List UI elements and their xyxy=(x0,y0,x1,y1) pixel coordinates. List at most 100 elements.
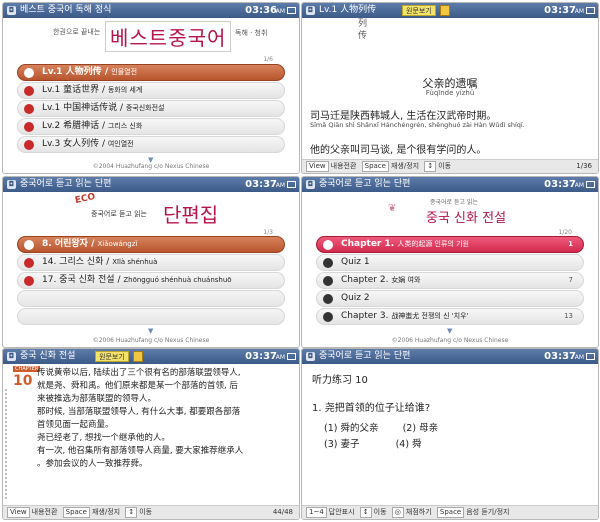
list-item[interactable]: Chapter 2. 女娲 여와 7 xyxy=(316,272,584,289)
bullet-icon xyxy=(24,258,34,268)
section-title: 听力练习 10 xyxy=(312,375,368,386)
list-item[interactable]: Chapter 3. 战神蚩尤 전쟁의 신 '치우' 13 xyxy=(316,308,584,325)
move-key[interactable]: ↕ xyxy=(359,507,372,518)
view-key[interactable]: View xyxy=(7,507,30,518)
text-line: 来被推选为部落联盟的领导人。 xyxy=(37,394,157,404)
clock-ampm: AM xyxy=(275,8,285,15)
page-indicator: 1/20 xyxy=(558,229,572,236)
battery-icon xyxy=(287,353,296,360)
clock-ampm: AM xyxy=(574,8,584,15)
eco-logo: ECO xyxy=(74,191,97,207)
grade-key[interactable]: ◎ xyxy=(391,507,404,518)
bookmark-icon[interactable] xyxy=(133,351,143,362)
text-line: 那时候, 当部落联盟领导人, 有什么大事, 都要跟各部落 xyxy=(37,407,241,417)
answer-key[interactable]: 1~4 xyxy=(306,507,327,518)
list-item[interactable]: Quiz 2 xyxy=(316,290,584,307)
story-heading-pinyin: Fùqīnde yízhǔ xyxy=(425,89,475,97)
option[interactable]: (4) 舜 xyxy=(396,439,422,450)
copyright: ©2004 Huazhufang c/o Nexus Chinese xyxy=(92,163,210,170)
status-bar: ◘ 중국어로 듣고 읽는 단편 03:37 AM xyxy=(302,349,598,364)
page-indicator: 44/48 xyxy=(272,508,293,516)
move-key[interactable]: ↕ xyxy=(424,161,437,172)
status-bar: ◘ Lv.1 人物列传 원문보기 03:37 AM xyxy=(302,3,598,18)
space-key[interactable]: Space xyxy=(436,507,465,518)
app-icon: ◘ xyxy=(7,352,16,361)
question-text: 1. 尧把首领的位子让给谁? xyxy=(312,403,431,414)
option[interactable]: (3) 妻子 xyxy=(324,439,360,450)
scroll-down-icon[interactable]: ▼ xyxy=(447,327,452,335)
list-item-empty xyxy=(17,308,285,325)
space-key[interactable]: Space xyxy=(361,161,389,172)
battery-icon xyxy=(287,7,296,14)
text-line: 有一次, 他召集所有部落领导人商量, 要大家推荐继承人 xyxy=(37,446,244,456)
screen-listening-quiz: ◘ 중국어로 듣고 읽는 단편 03:37 AM 听力练习 10 1. 尧把首领… xyxy=(301,348,599,520)
tagline-left: 중국어로 듣고 읽는 xyxy=(91,210,147,218)
screen-title: 중국어로 듣고 읽는 단편 xyxy=(319,351,411,361)
page-indicator: 1/3 xyxy=(263,229,273,236)
screen-chapter-text: ◘ 중국 신화 전설 원문보기 03:37 AM CHAPTER 10 传说黄帝… xyxy=(2,348,300,520)
clock-ampm: AM xyxy=(275,182,285,189)
spiral-binding xyxy=(5,389,11,499)
copyright: ©2006 Huazhufang c/o Nexus Chinese xyxy=(391,337,509,344)
bookmark-icon[interactable] xyxy=(440,5,450,16)
bullet-icon xyxy=(24,68,34,78)
key-help-bar: View 내용전환 Space 재생/정지 ↕ 이동 44/48 xyxy=(3,505,299,519)
clock: 03:37 xyxy=(245,351,277,362)
clock: 03:36 xyxy=(245,5,277,16)
move-key[interactable]: ↕ xyxy=(125,507,138,518)
option[interactable]: (1) 舜的父亲 xyxy=(324,423,379,434)
list-item[interactable]: Chapter 1. 人类的起源 인류의 기원 1 xyxy=(316,236,584,253)
status-bar: ◘ 중국어로 듣고 읽는 단편 03:37 AM xyxy=(302,177,598,192)
app-icon: ◘ xyxy=(306,180,315,189)
answer-options: (1) 舜的父亲 (2) 母亲 (3) 妻子 (4) 舜 xyxy=(324,421,438,453)
list-item[interactable]: 14. 그리스 신화 / Xīlà shénhuà xyxy=(17,254,285,271)
clock-ampm: AM xyxy=(574,354,584,361)
option[interactable]: (2) 母亲 xyxy=(403,423,439,434)
app-icon: ◘ xyxy=(7,6,16,15)
bullet-icon xyxy=(323,276,333,286)
list-item[interactable]: Lv.2 希腊神话 / 그리스 신화 xyxy=(17,118,285,135)
copyright: ©2006 Huazhufang c/o Nexus Chinese xyxy=(92,337,210,344)
text-line: 司马迁是陕西韩城人, 生活在汉武帝时期。 xyxy=(310,111,497,122)
list-item[interactable]: Quiz 1 xyxy=(316,254,584,271)
bullet-icon xyxy=(323,294,333,304)
tagline-small: 중국어로 듣고 읽는 xyxy=(430,199,478,206)
list-item[interactable]: Lv.1 中国神话传说 / 중국신화전설 xyxy=(17,100,285,117)
text-line: 首领见面一起商量。 xyxy=(37,420,114,430)
view-key[interactable]: View xyxy=(306,161,329,172)
text-line: 尧已经老了, 想找一个继承他的人。 xyxy=(37,433,170,443)
list-item[interactable]: Lv.1 人物列传 / 인물열전 xyxy=(17,64,285,81)
clock: 03:37 xyxy=(544,179,576,190)
scroll-down-icon[interactable]: ▼ xyxy=(148,327,153,335)
bullet-icon xyxy=(24,140,34,150)
list-item[interactable]: 8. 어린왕자 / Xiǎowángzǐ xyxy=(17,236,285,253)
text-line: 传说黄帝以后, 陆续出了三个很有名的部落联盟领导人, xyxy=(37,368,241,378)
status-bar: ◘ 베스트 중국어 독해 정식 03:36 AM xyxy=(3,3,299,18)
view-original-button[interactable]: 원문보기 xyxy=(95,351,129,362)
vertical-title: 列 传 xyxy=(358,19,368,41)
swirl-ornament-icon: ❦ xyxy=(388,203,397,214)
status-bar: ◘ 중국 신화 전설 원문보기 03:37 AM xyxy=(3,349,299,364)
tagline-left: 한권으로 끝내는 xyxy=(53,28,101,36)
bullet-icon xyxy=(323,240,333,250)
list-item[interactable]: Lv.1 童话世界 / 동화의 세계 xyxy=(17,82,285,99)
space-key[interactable]: Space xyxy=(62,507,90,518)
bullet-icon xyxy=(24,276,34,286)
bullet-icon xyxy=(24,86,34,96)
list-item[interactable]: Lv.3 女人列传 / 여인열전 xyxy=(17,136,285,153)
key-help-bar: View 내용전환 Space 재생/정지 ↕ 이동 1/36 xyxy=(302,159,598,173)
screen-best-chinese-menu: ◘ 베스트 중국어 독해 정식 03:36 AM 한권으로 끝내는 베스트중국어… xyxy=(2,2,300,174)
page-indicator: 1/36 xyxy=(576,162,592,170)
screen-title: 중국어로 듣고 읽는 단편 xyxy=(319,179,411,189)
screen-short-stories-menu: ◘ 중국어로 듣고 읽는 단편 03:37 AM ECO 중국어로 듣고 읽는 … xyxy=(2,176,300,348)
list-item[interactable]: 17. 중국 신화 전설 / Zhōngguó shénhuà chuánshu… xyxy=(17,272,285,289)
text-line: 他的父亲叫司马谈, 是个很有学问的人。 xyxy=(310,145,487,156)
app-icon: ◘ xyxy=(306,352,315,361)
screen-title: 중국어로 듣고 읽는 단편 xyxy=(20,179,112,189)
screen-title: 중국 신화 전설 xyxy=(20,351,76,361)
text-line: 。参加会议的人一致推荐舜。 xyxy=(37,459,148,469)
view-original-button[interactable]: 원문보기 xyxy=(402,5,436,16)
chapter-body: 传说黄帝以后, 陆续出了三个很有名的部落联盟领导人, 就是尧、舜和禹。他们原来都… xyxy=(37,367,243,471)
clock-ampm: AM xyxy=(574,182,584,189)
screen-reading-text: ◘ Lv.1 人物列传 원문보기 03:37 AM 列 传 父亲的遗嘱 Fùqī… xyxy=(301,2,599,174)
